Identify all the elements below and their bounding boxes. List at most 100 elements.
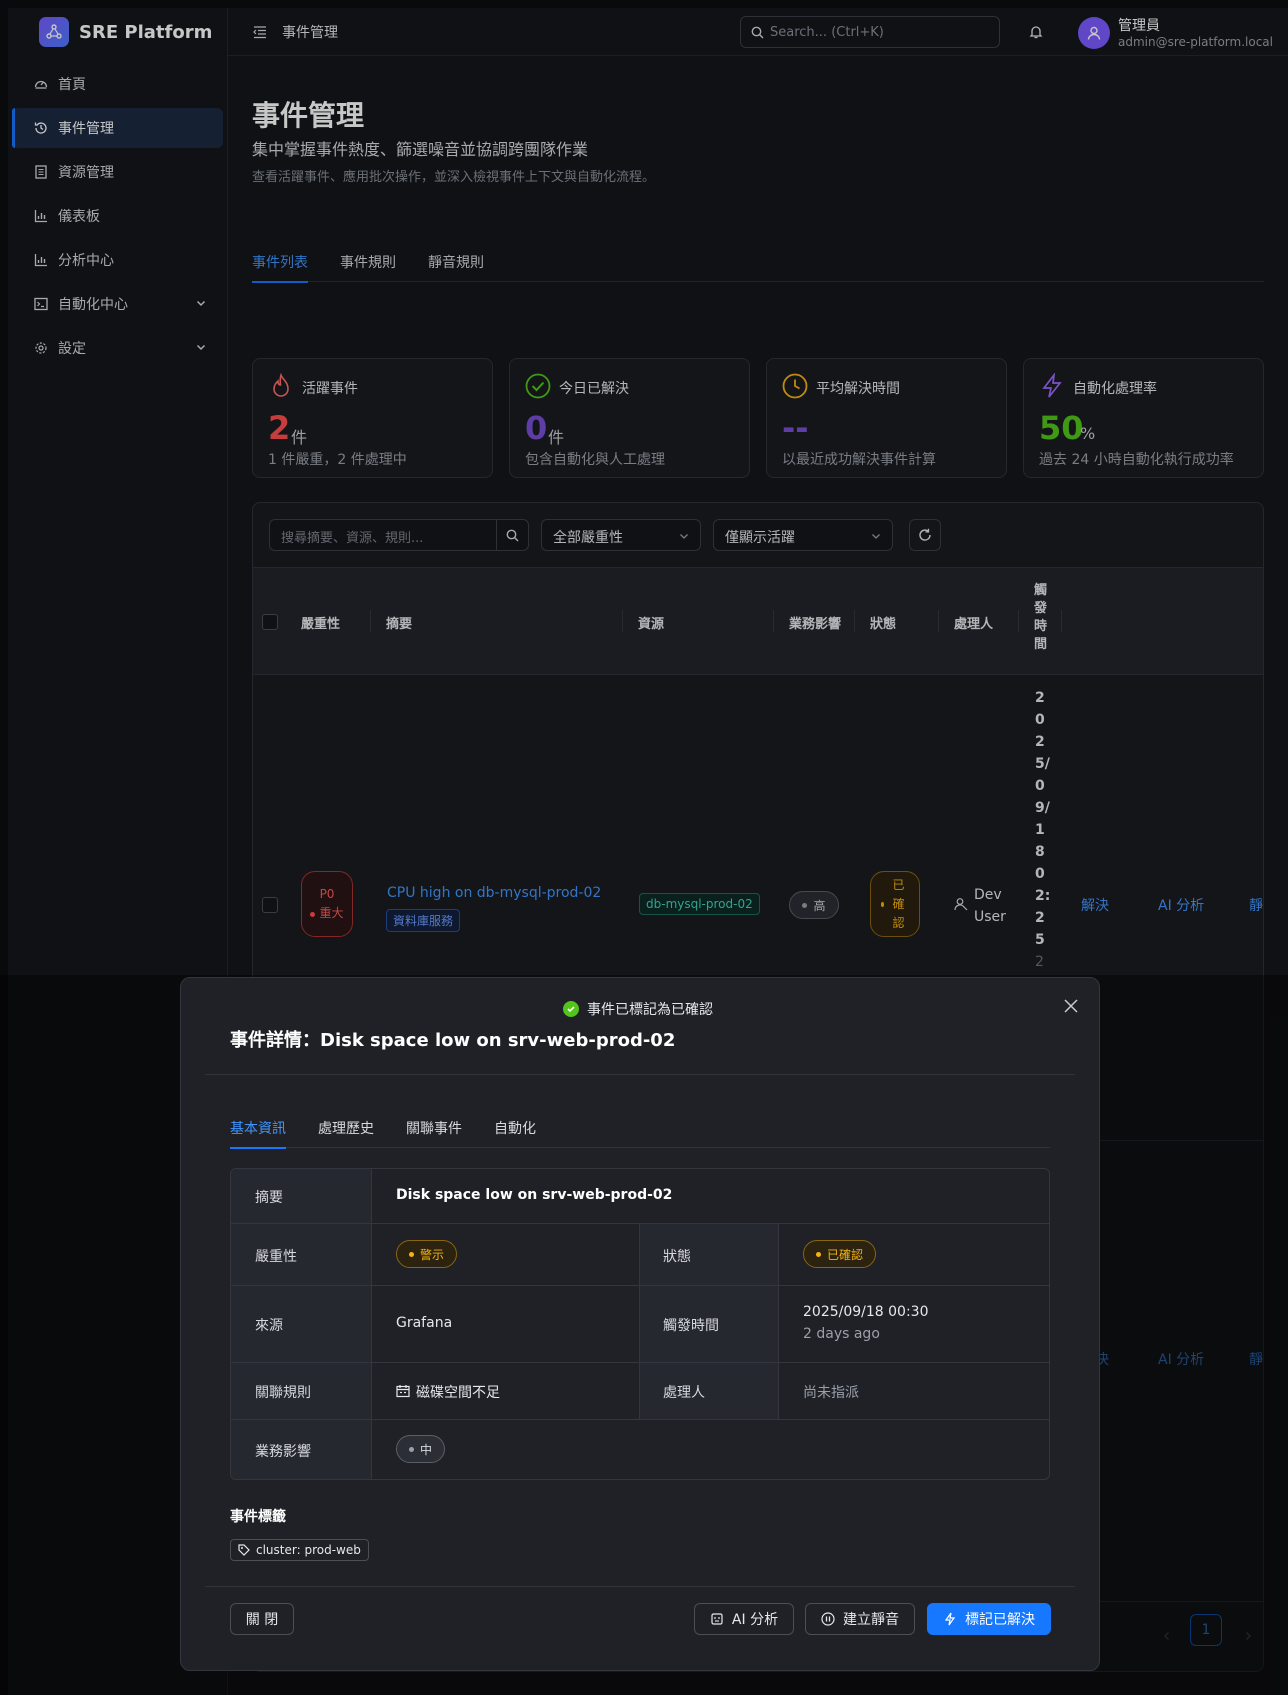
close-icon[interactable] xyxy=(1063,998,1079,1014)
column-header[interactable]: 狀態 xyxy=(870,613,896,632)
status-badge: 已確認 xyxy=(870,871,920,937)
dashboard-icon xyxy=(34,77,48,91)
create-silence-button[interactable]: 建立靜音 xyxy=(805,1603,915,1635)
menu-fold-icon[interactable] xyxy=(252,24,268,40)
sidebar-item-incidents[interactable]: 事件管理 xyxy=(12,108,223,148)
stat-note: 包含自動化與人工處理 xyxy=(525,452,665,468)
sidebar-item-label: 資源管理 xyxy=(58,165,114,181)
field-value-time: 2025/09/18 00:30 xyxy=(803,1304,929,1320)
severity-label-wrap: 重大 xyxy=(310,904,344,923)
search-button[interactable] xyxy=(496,520,528,550)
refresh-button[interactable] xyxy=(909,519,941,551)
tab-incident-list[interactable]: 事件列表 xyxy=(252,252,308,283)
column-header[interactable]: 業務影響 xyxy=(789,613,841,632)
tab-related-events[interactable]: 關聯事件 xyxy=(406,1118,462,1138)
database-icon xyxy=(34,165,48,179)
column-divider xyxy=(773,610,774,632)
column-header[interactable]: 摘要 xyxy=(386,613,412,632)
label-column xyxy=(231,1169,372,1479)
status-select[interactable]: 僅顯示活躍 xyxy=(713,519,893,551)
tags-section-title: 事件標籤 xyxy=(230,1509,286,1525)
rule-icon xyxy=(396,1385,410,1398)
ai-analysis-action[interactable]: AI 分析 xyxy=(1158,1349,1204,1369)
sidebar-item-label: 自動化中心 xyxy=(58,297,128,313)
severity-select[interactable]: 全部嚴重性 xyxy=(541,519,701,551)
select-all-checkbox[interactable] xyxy=(262,614,278,630)
modal-divider xyxy=(205,1074,1075,1075)
row-checkbox[interactable] xyxy=(262,897,278,913)
ai-analysis-action[interactable]: AI 分析 xyxy=(1158,895,1204,915)
field-label-summary: 摘要 xyxy=(255,1190,283,1206)
sidebar-item-home[interactable]: 首頁 xyxy=(12,64,223,104)
stat-card-resolved-today: 今日已解決 0 件 包含自動化與人工處理 xyxy=(509,358,750,478)
ai-analysis-button[interactable]: AI 分析 xyxy=(694,1603,794,1635)
mark-resolved-button[interactable]: 標記已解決 xyxy=(927,1603,1051,1635)
button-label: 建立靜音 xyxy=(843,1612,899,1628)
severity-badge: P0 重大 xyxy=(301,871,353,937)
column-header[interactable]: 處理人 xyxy=(954,613,993,632)
chevron-down-icon xyxy=(196,300,206,307)
sidebar-item-dashboard[interactable]: 儀表板 xyxy=(12,196,223,236)
resource-tag[interactable]: db-mysql-prod-02 xyxy=(639,893,760,915)
trigger-time: 2025/09/18 02:25 xyxy=(1035,690,1051,948)
bar-chart-icon xyxy=(34,253,48,267)
column-header[interactable]: 觸發時間 xyxy=(1034,582,1050,654)
sidebar-item-analytics[interactable]: 分析中心 xyxy=(12,240,223,280)
status-dot xyxy=(816,1251,821,1257)
field-value-rule[interactable]: 磁碟空間不足 xyxy=(416,1382,500,1402)
table-header: 嚴重性 摘要 資源 業務影響 狀態 處理人 觸發時間 xyxy=(253,567,1263,675)
stat-value: -- xyxy=(782,409,809,447)
pagination-page[interactable]: 1 xyxy=(1190,1614,1222,1646)
severity-dot xyxy=(409,1251,414,1257)
avatar[interactable] xyxy=(1078,17,1110,49)
close-button[interactable]: 關 閉 xyxy=(230,1603,294,1635)
impact-label: 高 xyxy=(813,898,826,913)
tab-history[interactable]: 處理歷史 xyxy=(318,1118,374,1138)
severity-dot xyxy=(310,912,316,917)
stat-label: 活躍事件 xyxy=(302,381,358,397)
sidebar-item-automation[interactable]: 自動化中心 xyxy=(12,284,223,324)
resolve-action[interactable]: 解決 xyxy=(1081,895,1109,915)
page-description: 查看活躍事件、應用批次操作，並深入檢視事件上下文與自動化流程。 xyxy=(252,170,656,185)
tab-silence-rules[interactable]: 靜音規則 xyxy=(428,252,484,272)
field-value-assignee: 尚未指派 xyxy=(803,1385,859,1401)
column-header[interactable]: 嚴重性 xyxy=(301,613,340,632)
user-name: 管理員 xyxy=(1118,18,1160,34)
column-header[interactable]: 資源 xyxy=(638,613,664,632)
stat-unit: 件 xyxy=(291,428,308,447)
incident-summary-link[interactable]: CPU high on db-mysql-prod-02 xyxy=(387,885,601,901)
field-label-time: 觸發時間 xyxy=(663,1318,719,1334)
sidebar-item-label: 儀表板 xyxy=(58,209,100,225)
sidebar-item-label: 首頁 xyxy=(58,77,86,93)
severity-label: 警示 xyxy=(420,1247,445,1262)
chevron-left-icon[interactable] xyxy=(1161,1630,1173,1642)
stat-value: 0 xyxy=(525,409,548,447)
button-label: AI 分析 xyxy=(731,1612,779,1628)
clock-icon xyxy=(782,373,808,399)
stat-note: 以最近成功解決事件計算 xyxy=(782,452,936,468)
bell-icon[interactable] xyxy=(1028,24,1044,40)
global-search-input[interactable]: Search... (Ctrl+K) xyxy=(740,16,1000,48)
column-divider xyxy=(854,610,855,632)
tab-basic-info[interactable]: 基本資訊 xyxy=(230,1118,286,1149)
stat-value: 50 xyxy=(1039,409,1084,447)
fire-icon xyxy=(273,373,289,397)
sidebar-item-settings[interactable]: 設定 xyxy=(12,328,223,368)
modal-footer-divider xyxy=(205,1586,1075,1587)
chevron-down-icon xyxy=(196,344,206,351)
brand[interactable]: SRE Platform xyxy=(8,8,227,56)
chevron-right-icon[interactable] xyxy=(1242,1630,1254,1642)
modal-title: 事件詳情：Disk space low on srv-web-prod-02 xyxy=(230,1030,676,1051)
incident-search-input[interactable]: 搜尋摘要、資源、規則... xyxy=(269,519,529,551)
search-icon xyxy=(751,26,764,38)
terminal-icon xyxy=(34,297,48,311)
success-toast: 事件已標記為已確認 xyxy=(551,992,727,1026)
status-label: 已確認 xyxy=(892,877,905,930)
sidebar-item-resources[interactable]: 資源管理 xyxy=(12,152,223,192)
search-placeholder: 搜尋摘要、資源、規則... xyxy=(281,531,424,546)
tab-incident-rules[interactable]: 事件規則 xyxy=(340,252,396,272)
impact-label: 中 xyxy=(420,1442,433,1457)
silence-action[interactable]: 靜 xyxy=(1249,895,1263,915)
silence-action[interactable]: 靜 xyxy=(1249,1349,1263,1369)
tab-automation[interactable]: 自動化 xyxy=(494,1118,536,1138)
